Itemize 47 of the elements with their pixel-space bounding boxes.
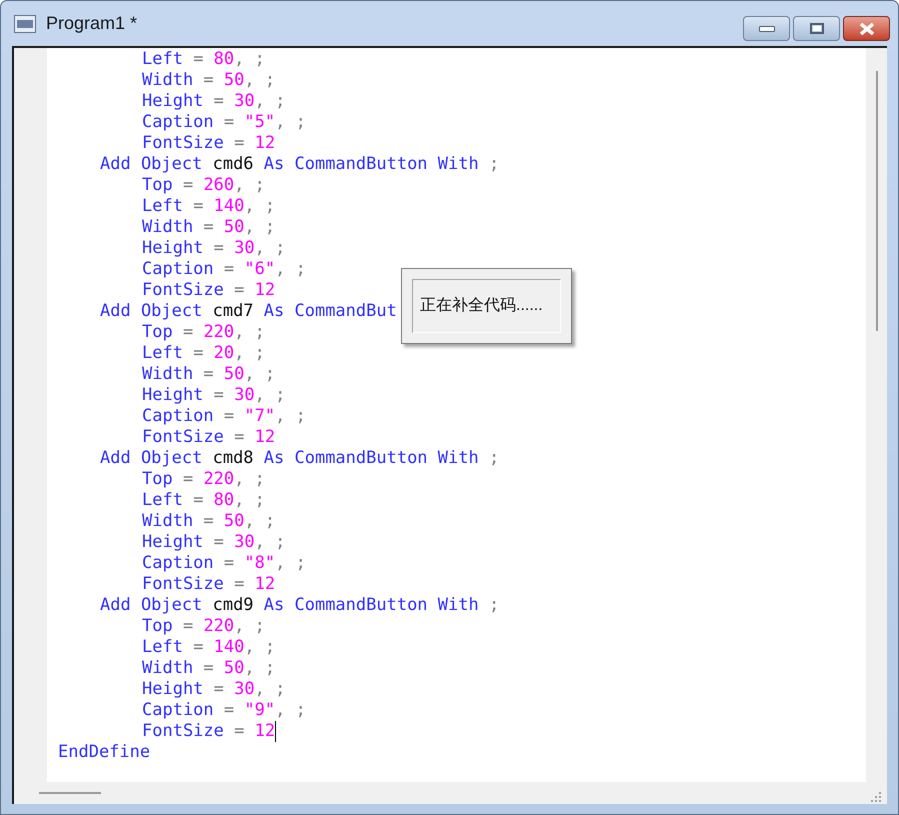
scrollbar-thumb[interactable] bbox=[39, 792, 101, 794]
code-line: Add Object cmd8 As CommandButton With ; bbox=[100, 448, 500, 469]
code-line: FontSize = 12 bbox=[142, 427, 276, 448]
code-line: Width = 50, ; bbox=[142, 511, 276, 532]
code-line: Height = 30, ; bbox=[142, 91, 286, 112]
code-line: Top = 260, ; bbox=[142, 175, 266, 196]
code-editor[interactable] bbox=[47, 48, 866, 782]
scrollbar-thumb[interactable] bbox=[876, 71, 878, 331]
progress-message: 正在补全代码...... bbox=[420, 296, 543, 316]
code-line: Caption = "8", ; bbox=[142, 553, 307, 574]
maximize-icon bbox=[810, 23, 824, 34]
code-line: Left = 80, ; bbox=[142, 490, 266, 511]
code-line: Top = 220, ; bbox=[142, 469, 266, 490]
window-title: Program1 * bbox=[46, 12, 138, 35]
code-line: Caption = "9", ; bbox=[142, 700, 307, 721]
minimize-icon bbox=[758, 26, 774, 32]
code-line: Caption = "7", ; bbox=[142, 406, 307, 427]
close-button[interactable] bbox=[843, 16, 890, 41]
code-line: Add Object cmd9 As CommandButton With ; bbox=[100, 595, 500, 616]
code-line: Left = 140, ; bbox=[142, 637, 276, 658]
code-line: Height = 30, ; bbox=[142, 679, 286, 700]
code-line: Width = 50, ; bbox=[142, 658, 276, 679]
code-line: EndDefine bbox=[58, 742, 152, 763]
code-line: Height = 30, ; bbox=[142, 385, 286, 406]
code-line: FontSize = 12 bbox=[142, 721, 276, 742]
code-line: Width = 50, ; bbox=[142, 70, 276, 91]
close-icon bbox=[858, 22, 874, 34]
code-line: Top = 220, ; bbox=[142, 322, 266, 343]
code-line: Width = 50, ; bbox=[142, 364, 276, 385]
code-line: Width = 50, ; bbox=[142, 217, 276, 238]
minimize-button[interactable] bbox=[743, 16, 790, 41]
code-line: Height = 30, ; bbox=[142, 238, 286, 259]
code-line: Caption = "6", ; bbox=[142, 259, 307, 280]
code-line: FontSize = 12 bbox=[142, 133, 276, 154]
code-line: FontSize = 12 bbox=[142, 280, 276, 301]
code-line: Add Object cmd7 As CommandBut bbox=[100, 301, 398, 322]
code-line: Left = 20, ; bbox=[142, 343, 266, 364]
maximize-button[interactable] bbox=[793, 16, 840, 41]
code-line: Height = 30, ; bbox=[142, 532, 286, 553]
code-line: Top = 220, ; bbox=[142, 616, 266, 637]
code-line: Add Object cmd6 As CommandButton With ; bbox=[100, 154, 500, 175]
code-line: Left = 140, ; bbox=[142, 196, 276, 217]
app-icon bbox=[14, 14, 36, 32]
code-line: Caption = "5", ; bbox=[142, 112, 307, 133]
code-line: FontSize = 12 bbox=[142, 574, 276, 595]
code-line: Left = 80, ; bbox=[142, 49, 266, 70]
resize-grip-icon[interactable] bbox=[871, 792, 881, 802]
